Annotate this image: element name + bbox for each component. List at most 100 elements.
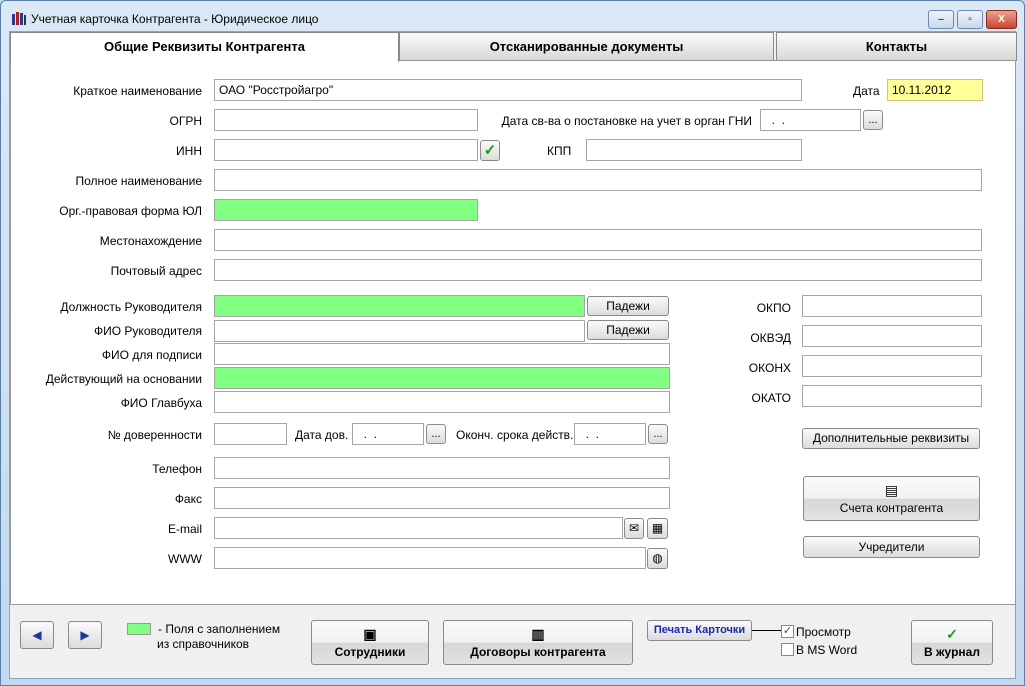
accountant-label: ФИО Главбуха: [120, 396, 202, 410]
date-input[interactable]: 10.11.2012: [887, 79, 983, 101]
window: Учетная карточка Контрагента - Юридическ…: [0, 0, 1025, 686]
poa-number-label: № доверенности: [107, 428, 202, 442]
okved-input[interactable]: [802, 325, 982, 347]
poa-date-picker-button[interactable]: ...: [426, 424, 446, 444]
okato-label: ОКАТО: [751, 391, 791, 405]
poa-number-input[interactable]: [214, 423, 287, 445]
head-name-input[interactable]: [214, 320, 585, 342]
location-label: Местонахождение: [99, 234, 202, 248]
www-input[interactable]: [214, 547, 646, 569]
inn-input[interactable]: [214, 139, 478, 161]
okato-input[interactable]: [802, 385, 982, 407]
gni-date-label: Дата св-ва о постановке на учет в орган …: [501, 114, 752, 128]
head-name-cases-button[interactable]: Падежи: [587, 320, 669, 340]
full-name-input[interactable]: [214, 169, 982, 191]
employees-button-label: Сотрудники: [334, 645, 406, 659]
window-title: Учетная карточка Контрагента - Юридическ…: [31, 12, 319, 26]
check-inn-button[interactable]: ✓: [480, 140, 500, 161]
email-input[interactable]: [214, 517, 623, 539]
arrow-left-icon: ◀: [32, 628, 42, 642]
phone-label: Телефон: [152, 462, 202, 476]
date-label: Дата: [853, 84, 880, 98]
close-button[interactable]: X: [986, 10, 1017, 29]
tab-general[interactable]: Общие Реквизиты Контрагента: [10, 32, 399, 62]
legend-text-1: - Поля с заполнением: [158, 622, 281, 636]
org-form-label: Орг.-правовая форма ЮЛ: [59, 204, 202, 218]
general-panel: Краткое наименование ОАО "Росстройагро" …: [10, 60, 1016, 605]
next-record-button[interactable]: ▶: [68, 621, 102, 649]
kpp-label: КПП: [547, 144, 572, 158]
arrow-right-icon: ▶: [80, 628, 90, 642]
inn-label: ИНН: [176, 144, 202, 158]
email-send-button[interactable]: ✉: [624, 518, 644, 539]
okpo-input[interactable]: [802, 295, 982, 317]
ogrn-input[interactable]: [214, 109, 478, 131]
msword-label: В MS Word: [796, 643, 858, 657]
print-card-button[interactable]: Печать Карточки: [647, 620, 752, 641]
table-icon: ▦: [651, 521, 664, 535]
phone-input[interactable]: [214, 457, 670, 479]
founders-button[interactable]: Учредители: [803, 536, 980, 558]
fax-input[interactable]: [214, 487, 670, 509]
client-area: Общие Реквизиты Контрагента Отсканирован…: [9, 31, 1017, 679]
poa-date-label: Дата дов.: [295, 428, 349, 442]
tab-scanned-documents[interactable]: Отсканированные документы: [399, 32, 774, 61]
accounts-button[interactable]: ▤ Счета контрагента: [803, 476, 980, 521]
sign-name-input[interactable]: [214, 343, 670, 365]
sign-name-label: ФИО для подписи: [101, 348, 202, 362]
employees-icon: ▣: [363, 626, 377, 642]
open-website-button[interactable]: ◍: [647, 548, 668, 569]
contracts-button[interactable]: ▥ Договоры контрагента: [443, 620, 633, 665]
okonh-input[interactable]: [802, 355, 982, 377]
org-form-input[interactable]: [214, 199, 478, 221]
app-icon: [12, 12, 26, 25]
gni-date-picker-button[interactable]: ...: [863, 110, 883, 130]
email-list-button[interactable]: ▦: [647, 518, 668, 539]
okpo-label: ОКПО: [756, 301, 791, 315]
postal-label: Почтовый адрес: [110, 264, 202, 278]
fax-label: Факс: [174, 492, 202, 506]
okved-label: ОКВЭД: [750, 331, 791, 345]
contracts-button-label: Договоры контрагента: [470, 645, 606, 659]
full-name-label: Полное наименование: [75, 174, 203, 188]
book-icon: ▥: [531, 626, 545, 642]
accounts-button-label: Счета контрагента: [839, 501, 944, 515]
head-position-cases-button[interactable]: Падежи: [587, 296, 669, 316]
okonh-label: ОКОНХ: [748, 361, 791, 375]
postal-input[interactable]: [214, 259, 982, 281]
employees-button[interactable]: ▣ Сотрудники: [311, 620, 429, 665]
check-icon: ✓: [483, 142, 497, 159]
legend-text-2: из справочников: [157, 637, 250, 651]
poa-end-picker-button[interactable]: ...: [648, 424, 668, 444]
mail-icon: ✉: [628, 521, 640, 535]
ogrn-label: ОГРН: [169, 114, 202, 128]
head-position-label: Должность Руководителя: [60, 300, 202, 314]
minimize-button[interactable]: ‒: [928, 10, 954, 29]
extra-details-button[interactable]: Дополнительные реквизиты: [802, 428, 980, 449]
basis-label: Действующий на основании: [45, 372, 202, 386]
poa-date-input[interactable]: . .: [352, 423, 424, 445]
poa-end-label: Оконч. срока действ.: [456, 428, 574, 442]
prev-record-button[interactable]: ◀: [20, 621, 54, 649]
maximize-button[interactable]: ▫: [957, 10, 983, 29]
poa-end-input[interactable]: . .: [574, 423, 646, 445]
tab-contacts[interactable]: Контакты: [776, 32, 1017, 61]
short-name-input[interactable]: ОАО "Росстройагро": [214, 79, 802, 101]
gni-date-input[interactable]: . .: [760, 109, 861, 131]
head-position-input[interactable]: [214, 295, 585, 317]
www-label: WWW: [168, 552, 202, 566]
kpp-input[interactable]: [586, 139, 802, 161]
short-name-label: Краткое наименование: [73, 84, 202, 98]
email-label: E-mail: [167, 522, 202, 536]
preview-checkbox[interactable]: ✓: [781, 625, 794, 638]
head-name-label: ФИО Руководителя: [94, 324, 202, 338]
basis-input[interactable]: [214, 367, 670, 389]
msword-checkbox[interactable]: [781, 643, 794, 656]
legend-swatch: [127, 623, 151, 635]
location-input[interactable]: [214, 229, 982, 251]
preview-label: Просмотр: [796, 625, 851, 639]
journal-button[interactable]: ✓ В журнал: [911, 620, 993, 665]
globe-icon: ◍: [652, 551, 663, 565]
check-icon: ✓: [946, 626, 958, 642]
accountant-input[interactable]: [214, 391, 670, 413]
